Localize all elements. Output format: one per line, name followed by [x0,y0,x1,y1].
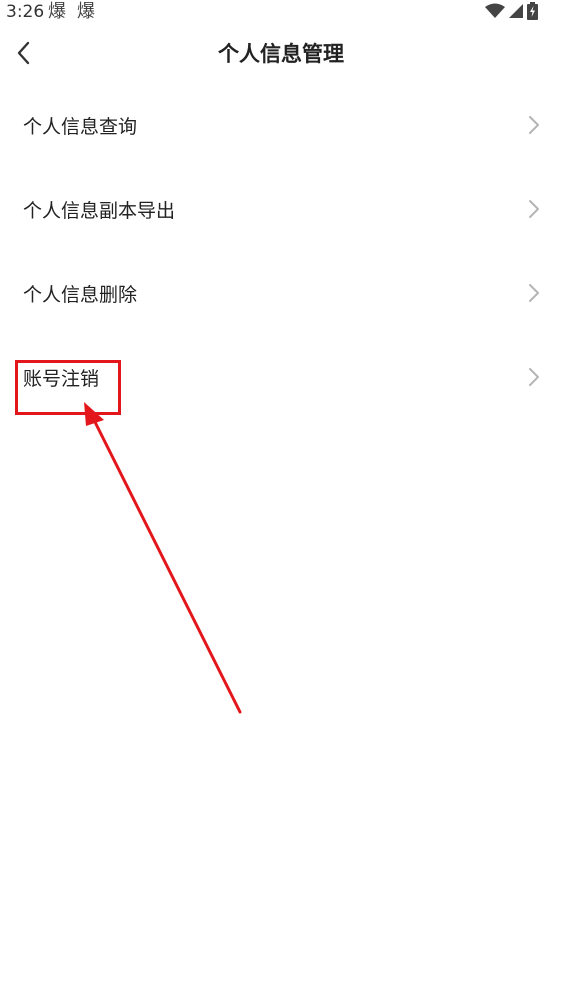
chevron-right-icon [529,200,539,218]
status-icons [485,2,538,20]
chevron-right-icon [529,116,539,134]
status-time: 3:26 [6,2,45,22]
notification-icon: 爆 [77,1,95,22]
status-bar: 3:26 爆 爆 [0,0,562,24]
menu-item-info-delete[interactable]: 个人信息删除 [0,254,562,338]
battery-charging-icon [527,2,538,20]
nav-bar: 个人信息管理 [0,24,562,84]
cell-signal-icon [509,4,523,18]
menu-item-label: 个人信息删除 [23,284,138,306]
wifi-icon [485,3,505,18]
menu-item-label: 个人信息查询 [23,116,138,138]
menu-item-info-query[interactable]: 个人信息查询 [0,86,562,170]
menu-item-info-export[interactable]: 个人信息副本导出 [0,170,562,254]
menu-item-label: 个人信息副本导出 [23,200,176,222]
chevron-right-icon [529,284,539,302]
notification-icon: 爆 [48,1,66,22]
annotation-highlight-box [15,360,121,415]
chevron-right-icon [529,368,539,386]
page-title: 个人信息管理 [218,42,344,66]
